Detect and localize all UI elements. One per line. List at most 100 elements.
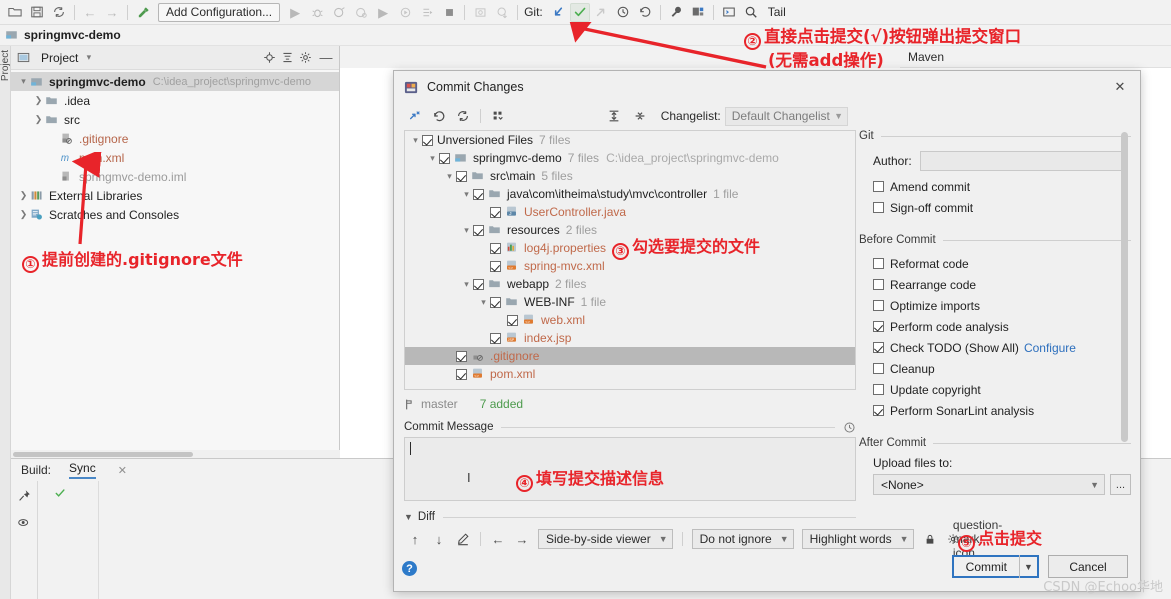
refresh-icon[interactable] — [452, 106, 474, 126]
group-by-icon[interactable] — [487, 106, 509, 126]
configure-link[interactable]: Configure — [1024, 341, 1076, 355]
diff-viewer-select[interactable]: Side-by-side viewer ▼ — [538, 529, 673, 549]
table-row[interactable]: ▾ webapp 2 files — [405, 275, 855, 293]
chevron-right-icon[interactable]: ❯ — [32, 114, 45, 125]
show-diff-icon[interactable] — [404, 106, 426, 126]
file-checkbox[interactable] — [490, 296, 501, 308]
table-row[interactable]: ▾ java\com\itheima\study\mvc\controller 1 … — [405, 185, 855, 203]
before-commit-option[interactable]: Check TODO (Show All) Configure — [859, 337, 1131, 358]
chevron-down-icon[interactable]: ▾ — [17, 76, 30, 87]
chevron-down-icon[interactable]: ▾ — [409, 135, 422, 146]
deploy-icon[interactable] — [491, 2, 513, 23]
screenshot-icon[interactable] — [469, 2, 491, 23]
file-checkbox[interactable] — [473, 224, 484, 236]
chevron-down-icon[interactable]: ▾ — [460, 279, 473, 290]
close-icon[interactable]: ✕ — [118, 464, 127, 477]
signoff-commit-checkbox[interactable]: Sign-off commit — [859, 197, 1131, 218]
diff-ignore-select[interactable]: Do not ignore ▼ — [691, 529, 794, 549]
table-row[interactable]: ▾ Unversioned Files 7 files — [405, 131, 855, 149]
project-tree-row[interactable]: .gitignore — [11, 129, 339, 148]
file-checkbox[interactable] — [422, 134, 433, 146]
chevron-down-icon[interactable]: ▾ — [460, 189, 473, 200]
build-hammer-icon[interactable] — [132, 2, 154, 23]
prev-diff-icon[interactable]: ↑ — [404, 529, 426, 549]
table-row[interactable]: ▾ WEB-INF 1 file — [405, 293, 855, 311]
project-panel-title[interactable]: Project — [41, 51, 78, 65]
collapse-all-icon[interactable] — [629, 106, 651, 126]
eye-icon[interactable] — [17, 516, 31, 529]
git-commit-check-icon[interactable] — [569, 2, 590, 22]
cancel-button[interactable]: Cancel — [1048, 555, 1128, 578]
build-tab-sync[interactable]: Sync — [69, 461, 96, 479]
git-push-icon[interactable] — [590, 2, 612, 23]
run-coverage-icon[interactable] — [328, 2, 350, 23]
project-tree-row[interactable]: ❯ src — [11, 110, 339, 129]
open-folder-icon[interactable] — [4, 2, 26, 23]
revert-icon[interactable] — [428, 106, 450, 126]
next-diff-icon[interactable]: ↓ — [428, 529, 450, 549]
changelist-select[interactable]: Default Changelist ▼ — [724, 106, 849, 126]
debug-icon[interactable] — [306, 2, 328, 23]
before-commit-option[interactable]: Perform SonarLint analysis — [859, 400, 1131, 421]
changed-files-tree[interactable]: ▾ Unversioned Files 7 files ▾ springmvc-demo… — [404, 130, 856, 390]
file-checkbox[interactable] — [439, 152, 450, 164]
back-arrow-icon[interactable]: ← — [79, 2, 101, 23]
git-update-icon[interactable] — [548, 2, 570, 23]
settings-gear-icon[interactable] — [299, 51, 317, 64]
table-row[interactable]: .gitignore — [405, 347, 855, 365]
project-tree-row[interactable]: ▾ springmvc-demo C:\idea_project\springmvc… — [11, 72, 339, 91]
locate-icon[interactable] — [263, 51, 281, 64]
chevron-down-icon[interactable]: ▾ — [477, 297, 490, 308]
file-checkbox[interactable] — [490, 332, 501, 344]
commit-button[interactable]: Commit ▼ — [951, 555, 1039, 578]
hide-icon[interactable]: — — [317, 50, 335, 65]
amend-commit-checkbox[interactable]: Amend commit — [859, 176, 1131, 197]
before-commit-option[interactable]: Perform code analysis — [859, 316, 1131, 337]
diff-section-header[interactable]: ▼ Diff — [404, 509, 856, 525]
collapse-all-icon[interactable] — [281, 51, 299, 64]
chevron-right-icon[interactable]: ❯ — [17, 190, 30, 201]
file-checkbox[interactable] — [490, 260, 501, 272]
chevron-down-icon[interactable]: ▾ — [82, 52, 95, 63]
stop-icon[interactable] — [438, 2, 460, 23]
file-checkbox[interactable] — [456, 368, 467, 380]
apply-left-icon[interactable]: ← — [487, 529, 509, 549]
search-icon[interactable] — [740, 2, 762, 23]
table-row[interactable]: <> spring-mvc.xml — [405, 257, 855, 275]
breadcrumb-project-name[interactable]: springmvc-demo — [24, 28, 121, 42]
file-checkbox[interactable] — [473, 278, 484, 290]
profile-icon[interactable] — [350, 2, 372, 23]
project-panel-hscrollbar[interactable] — [11, 450, 340, 458]
rerun-icon[interactable] — [394, 2, 416, 23]
run-configuration-selector[interactable]: Add Configuration... — [158, 2, 281, 22]
file-checkbox[interactable] — [490, 242, 501, 254]
git-rollback-icon[interactable] — [634, 2, 656, 23]
chevron-down-icon[interactable]: ▾ — [443, 171, 456, 182]
table-row[interactable]: ▾ src\main 5 files — [405, 167, 855, 185]
sync-icon[interactable] — [48, 2, 70, 23]
run-icon[interactable]: ▶ — [284, 2, 306, 23]
before-commit-option[interactable]: Optimize imports — [859, 295, 1131, 316]
git-history-icon[interactable] — [612, 2, 634, 23]
project-tree-row[interactable]: ❯ .idea — [11, 91, 339, 110]
expand-all-icon[interactable] — [603, 106, 625, 126]
run-with-profiler-icon[interactable] — [416, 2, 438, 23]
chevron-down-icon[interactable]: ▾ — [426, 153, 439, 164]
file-checkbox[interactable] — [456, 170, 467, 182]
file-checkbox[interactable] — [507, 314, 518, 326]
structure-icon[interactable] — [687, 2, 709, 23]
forward-arrow-icon[interactable]: → — [101, 2, 123, 23]
table-row[interactable]: <> web.xml — [405, 311, 855, 329]
file-checkbox[interactable] — [490, 206, 501, 218]
save-all-icon[interactable] — [26, 2, 48, 23]
table-row[interactable]: ▾ springmvc-demo 7 files C:\idea_project\sp… — [405, 149, 855, 167]
tail-label[interactable]: Tail — [768, 5, 786, 19]
terminal-icon[interactable] — [718, 2, 740, 23]
before-commit-option[interactable]: Cleanup — [859, 358, 1131, 379]
chevron-down-icon[interactable]: ▾ — [460, 225, 473, 236]
before-commit-option[interactable]: Update copyright — [859, 379, 1131, 400]
edit-icon[interactable] — [452, 529, 474, 549]
file-checkbox[interactable] — [456, 350, 467, 362]
help-button[interactable]: ? — [402, 561, 417, 576]
upload-select[interactable]: <None> ▼ — [873, 474, 1105, 495]
